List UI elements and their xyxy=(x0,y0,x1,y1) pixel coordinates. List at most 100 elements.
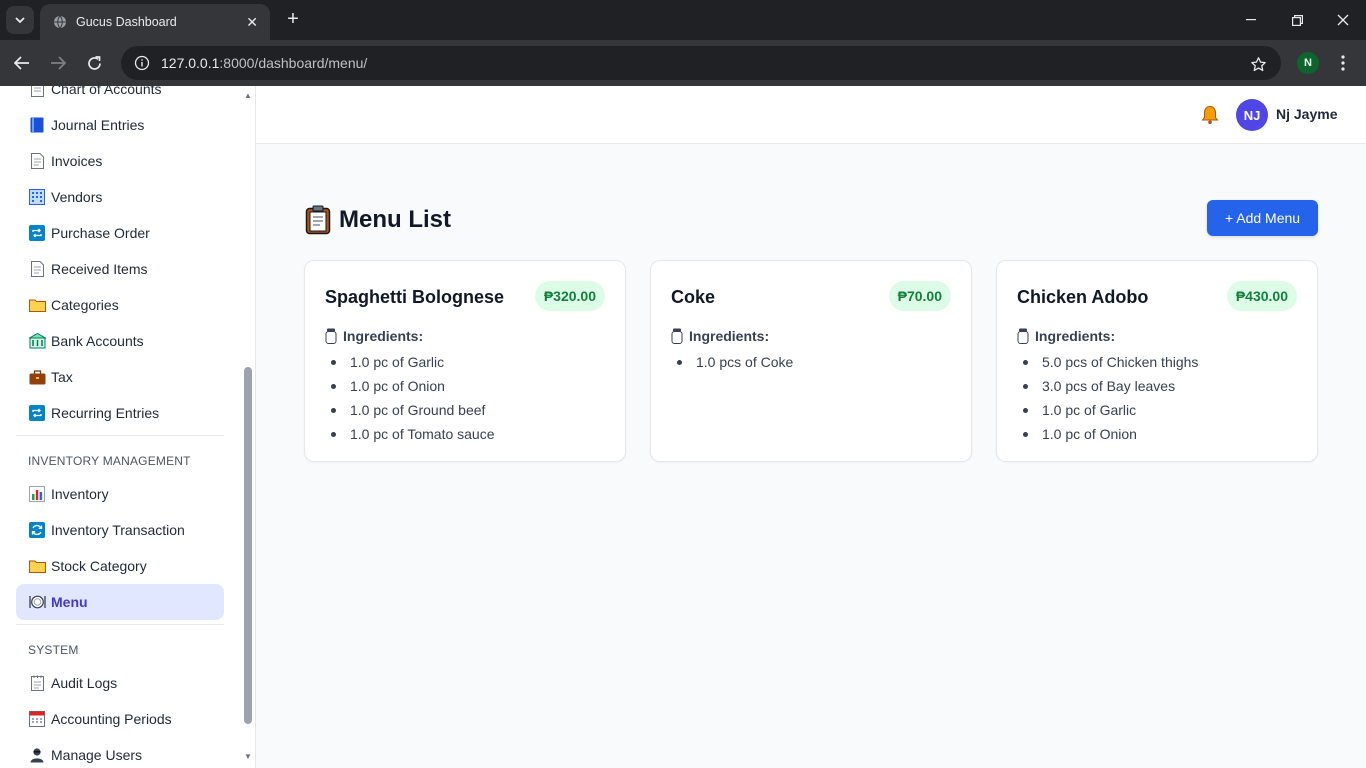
sidebar-item-journal-entries[interactable]: Journal Entries xyxy=(16,107,224,143)
sidebar-item-label: Purchase Order xyxy=(51,225,150,241)
forward-button[interactable] xyxy=(44,49,72,77)
tab-title: Gucus Dashboard xyxy=(76,15,177,29)
user-avatar[interactable]: NJ xyxy=(1236,99,1268,131)
ledger-icon xyxy=(28,86,46,98)
add-menu-button[interactable]: + Add Menu xyxy=(1207,200,1318,236)
user-name[interactable]: Nj Jayme xyxy=(1276,106,1337,122)
ingredient-item: 5.0 pcs of Chicken thighs xyxy=(1017,350,1198,374)
jar-icon xyxy=(325,328,337,344)
sidebar-item-label: Categories xyxy=(51,297,119,313)
browser-tab-strip: Gucus Dashboard ✕ + xyxy=(0,0,1366,40)
profile-avatar[interactable]: N xyxy=(1297,52,1319,74)
bookmark-star-icon[interactable] xyxy=(1247,53,1269,75)
repeat-icon xyxy=(28,404,46,422)
sidebar-item-label: Bank Accounts xyxy=(51,333,144,349)
arrows-cycle-icon xyxy=(28,521,46,539)
arrow-left-icon xyxy=(14,56,29,70)
sidebar-item-label: Chart of Accounts xyxy=(51,86,162,97)
sidebar-item-stock-category[interactable]: Stock Category xyxy=(16,548,224,584)
menu-item-name: Chicken Adobo xyxy=(1017,287,1149,307)
building-icon xyxy=(28,188,46,206)
section-label-inventory: INVENTORY MANAGEMENT xyxy=(28,454,191,468)
page-icon xyxy=(28,260,46,278)
jar-icon xyxy=(1017,328,1029,344)
calendar-icon xyxy=(28,710,46,728)
ingredient-item: 1.0 pc of Garlic xyxy=(1017,398,1198,422)
sidebar-item-received-items[interactable]: Received Items xyxy=(16,251,224,287)
bar-chart-icon xyxy=(28,485,46,503)
sidebar-item-accounting-periods[interactable]: Accounting Periods xyxy=(16,701,224,737)
restore-button[interactable] xyxy=(1274,0,1320,40)
sidebar-item-purchase-order[interactable]: Purchase Order xyxy=(16,215,224,251)
sidebar-item-label: Audit Logs xyxy=(51,675,118,691)
sidebar-item-label: Invoices xyxy=(51,153,103,169)
sidebar-item-chart-of-accounts[interactable]: Chart of Accounts xyxy=(16,86,224,107)
ingredients-heading: Ingredients: xyxy=(1017,327,1115,345)
price-badge: ₱430.00 xyxy=(1226,281,1297,311)
sidebar-divider xyxy=(16,435,224,436)
sidebar-scrollbar-thumb[interactable] xyxy=(244,367,252,724)
minimize-button[interactable] xyxy=(1228,0,1274,40)
menu-card: Spaghetti Bolognese ₱320.00 Ingredients:… xyxy=(304,260,626,462)
sidebar-item-bank-accounts[interactable]: Bank Accounts xyxy=(16,323,224,359)
sidebar-item-label: Menu xyxy=(51,594,88,610)
close-tab-icon[interactable]: ✕ xyxy=(246,14,258,31)
ingredient-list: 1.0 pcs of Coke xyxy=(671,350,793,374)
more-menu-icon[interactable] xyxy=(1332,52,1354,74)
sidebar-item-manage-users[interactable]: Manage Users xyxy=(16,737,224,768)
restore-icon xyxy=(1291,14,1303,26)
ingredient-list: 5.0 pcs of Chicken thighs 3.0 pcs of Bay… xyxy=(1017,350,1198,446)
sidebar-item-tax[interactable]: Tax xyxy=(16,359,224,395)
clipboard-icon xyxy=(305,205,331,235)
section-label-system: SYSTEM xyxy=(28,643,79,657)
sidebar-item-inventory[interactable]: Inventory xyxy=(16,476,224,512)
sidebar-item-label: Journal Entries xyxy=(51,117,145,133)
ingredients-label: Ingredients: xyxy=(1035,328,1116,344)
page-title-row: Menu List xyxy=(305,203,451,237)
ingredients-label: Ingredients: xyxy=(343,328,424,344)
close-window-button[interactable] xyxy=(1320,0,1366,40)
sidebar-item-label: Manage Users xyxy=(51,747,143,763)
page-icon xyxy=(28,152,46,170)
back-button[interactable] xyxy=(8,49,36,77)
ingredient-item: 1.0 pc of Onion xyxy=(1017,422,1198,446)
menu-card: Chicken Adobo ₱430.00 Ingredients: 5.0 p… xyxy=(996,260,1318,462)
site-info-icon[interactable] xyxy=(133,54,151,72)
notification-bell-icon[interactable] xyxy=(1199,103,1221,127)
top-header: NJ Nj Jayme xyxy=(256,86,1366,144)
arrow-right-icon xyxy=(51,56,66,70)
browser-tab-active[interactable]: Gucus Dashboard ✕ xyxy=(40,4,270,40)
sidebar-item-label: Inventory xyxy=(51,486,109,502)
notepad-icon xyxy=(28,674,46,692)
price-badge: ₱320.00 xyxy=(534,281,605,311)
tab-search-button[interactable] xyxy=(6,6,34,34)
folder-icon xyxy=(28,296,46,314)
scroll-up-arrow-icon[interactable]: ▲ xyxy=(243,90,253,100)
scroll-down-arrow-icon[interactable]: ▼ xyxy=(243,751,253,761)
folder-icon xyxy=(28,557,46,575)
sidebar-item-invoices[interactable]: Invoices xyxy=(16,143,224,179)
url-path: :8000/dashboard/menu/ xyxy=(219,55,368,71)
new-tab-button[interactable]: + xyxy=(282,8,304,30)
chevron-down-icon xyxy=(15,17,25,24)
ingredient-item: 1.0 pc of Tomato sauce xyxy=(325,422,495,446)
url-host: 127.0.0.1 xyxy=(161,55,220,71)
ingredients-heading: Ingredients: xyxy=(325,327,423,345)
ingredients-label: Ingredients: xyxy=(689,328,770,344)
sidebar-item-label: Stock Category xyxy=(51,558,147,574)
price-badge: ₱70.00 xyxy=(888,281,951,311)
sidebar-item-audit-logs[interactable]: Audit Logs xyxy=(16,665,224,701)
plate-icon xyxy=(28,593,46,611)
sidebar-item-inventory-transaction[interactable]: Inventory Transaction xyxy=(16,512,224,548)
address-bar[interactable]: 127.0.0.1:8000/dashboard/menu/ xyxy=(121,46,1281,80)
sidebar-item-vendors[interactable]: Vendors xyxy=(16,179,224,215)
sidebar-item-menu[interactable]: Menu xyxy=(16,584,224,620)
sidebar-item-categories[interactable]: Categories xyxy=(16,287,224,323)
menu-card: Coke ₱70.00 Ingredients: 1.0 pcs of Coke xyxy=(650,260,972,462)
menu-item-name: Spaghetti Bolognese xyxy=(325,287,505,307)
sidebar-item-recurring-entries[interactable]: Recurring Entries xyxy=(16,395,224,431)
sidebar: Chart of Accounts Journal Entries Invoic… xyxy=(0,86,256,768)
ingredient-item: 1.0 pcs of Coke xyxy=(671,350,793,374)
ingredient-list: 1.0 pc of Garlic 1.0 pc of Onion 1.0 pc … xyxy=(325,350,495,446)
reload-button[interactable] xyxy=(80,49,108,77)
